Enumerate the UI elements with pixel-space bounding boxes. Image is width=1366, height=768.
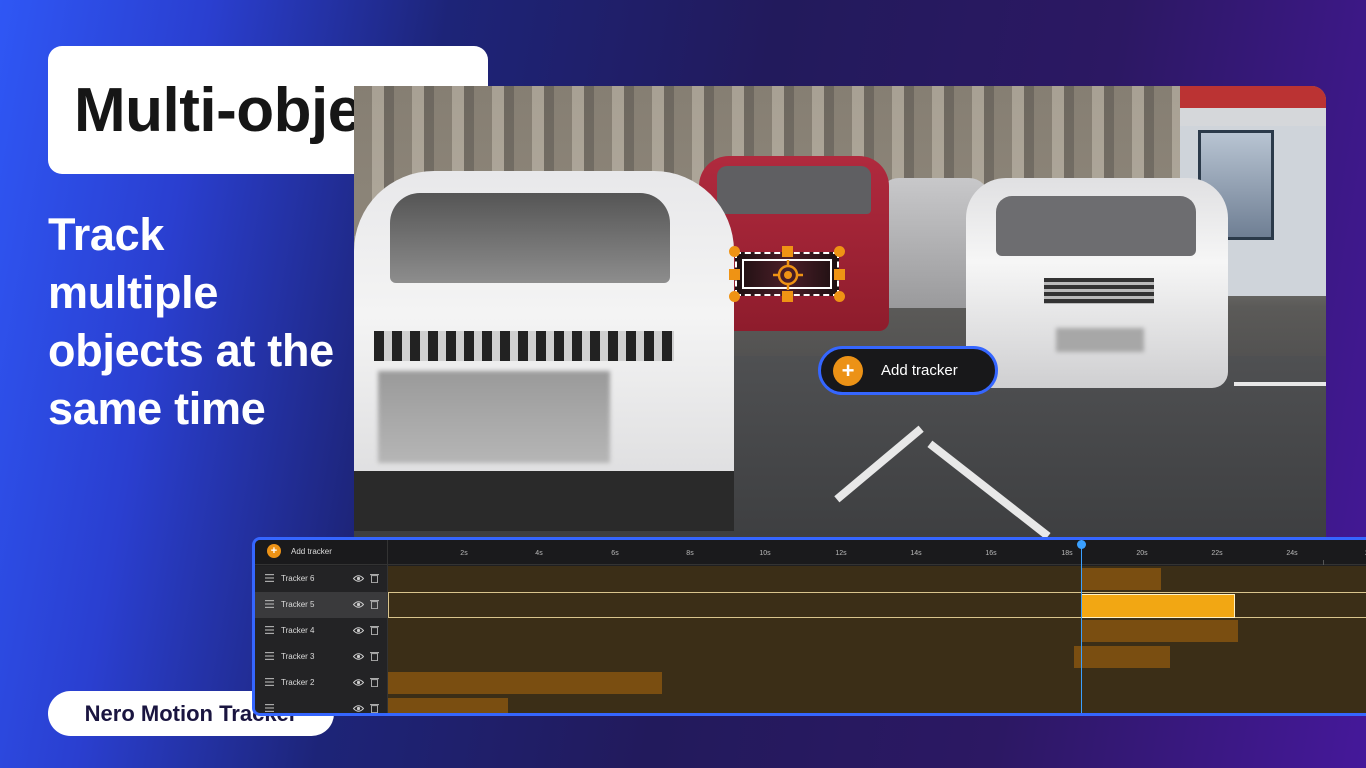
playhead-handle[interactable]: [1077, 540, 1086, 549]
resize-handle-top-right[interactable]: [834, 246, 845, 257]
trash-icon[interactable]: [370, 677, 379, 687]
track-label: Tracker 5: [281, 600, 315, 609]
trash-icon[interactable]: [370, 573, 379, 583]
timeline-divider: [387, 540, 388, 713]
video-preview[interactable]: [354, 86, 1326, 546]
tick-label: 12s: [835, 550, 847, 557]
timeline-add-tracker-button[interactable]: + Add tracker: [267, 544, 332, 558]
trash-icon[interactable]: [370, 599, 379, 609]
track-label: Tracker 3: [281, 652, 315, 661]
track-row[interactable]: Tracker 3: [255, 644, 1366, 670]
track-label: Tracker 6: [281, 574, 315, 583]
resize-handle-top[interactable]: [782, 246, 793, 257]
tick-label: 4s: [535, 550, 543, 557]
track-row[interactable]: Tracker 5: [255, 592, 1366, 618]
tick-label: 10s: [759, 550, 771, 557]
trash-icon[interactable]: [370, 703, 379, 713]
track-header[interactable]: [255, 696, 387, 713]
tick-label: 22s: [1211, 550, 1223, 557]
track-header[interactable]: Tracker 4: [255, 618, 387, 644]
trash-icon[interactable]: [370, 651, 379, 661]
hero-tagline: Track multiple objects at the same time: [48, 209, 334, 434]
car-left-windshield: [390, 193, 670, 283]
blurred-plate: [1056, 328, 1144, 352]
add-tracker-label: Add tracker: [881, 362, 958, 379]
track-lane[interactable]: [388, 644, 1366, 670]
drag-handle-icon[interactable]: [265, 573, 274, 583]
blurred-plate: [378, 371, 610, 463]
eye-icon[interactable]: [353, 574, 364, 583]
track-row[interactable]: Tracker 2: [255, 670, 1366, 696]
car-left-grille: [374, 331, 674, 361]
drag-handle-icon[interactable]: [265, 703, 274, 713]
crosshair-target-icon: [773, 260, 803, 290]
resize-handle-left[interactable]: [729, 269, 740, 280]
drag-handle-icon[interactable]: [265, 677, 274, 687]
tick-label: 18s: [1061, 550, 1073, 557]
car-left-bumper: [354, 471, 734, 531]
plus-icon: +: [833, 355, 863, 386]
drag-handle-icon[interactable]: [265, 651, 274, 661]
tick-label: 8s: [686, 550, 694, 557]
tick-label: 6s: [611, 550, 619, 557]
track-segment[interactable]: [388, 672, 662, 694]
car-white-right: [966, 178, 1228, 388]
timeline-add-tracker-label: Add tracker: [291, 546, 332, 556]
eye-icon[interactable]: [353, 704, 364, 713]
track-header[interactable]: Tracker 3: [255, 644, 387, 670]
track-segment[interactable]: [388, 698, 508, 713]
eye-icon[interactable]: [353, 652, 364, 661]
track-header[interactable]: Tracker 6: [255, 566, 387, 592]
playhead-line[interactable]: [1081, 540, 1082, 713]
add-tracker-button[interactable]: + Add tracker: [818, 346, 998, 395]
track-segment[interactable]: [1074, 646, 1170, 668]
track-segment-active[interactable]: [1081, 594, 1235, 618]
timeline-ruler[interactable]: + Add tracker 2s 4s 6s 8s 10s 12s 14s 16…: [255, 540, 1366, 565]
track-lane[interactable]: [388, 592, 1366, 618]
resize-handle-right[interactable]: [834, 269, 845, 280]
tracker-bounding-box[interactable]: [729, 246, 845, 302]
track-segment[interactable]: [1081, 620, 1238, 642]
car-right-windshield: [996, 196, 1196, 256]
track-header[interactable]: Tracker 2: [255, 670, 387, 696]
resize-handle-bottom[interactable]: [782, 291, 793, 302]
trash-icon[interactable]: [370, 625, 379, 635]
drag-handle-icon[interactable]: [265, 625, 274, 635]
resize-handle-bottom-left[interactable]: [729, 291, 740, 302]
car-red-windshield: [717, 166, 871, 214]
car-right-grille: [1044, 278, 1154, 304]
road-marking: [1234, 382, 1326, 386]
track-header[interactable]: Tracker 5: [255, 592, 387, 618]
track-lane[interactable]: [388, 670, 1366, 696]
tick-label: 24s: [1286, 550, 1298, 557]
track-segment[interactable]: [1081, 568, 1161, 590]
tick-label: 14s: [910, 550, 922, 557]
track-row[interactable]: Tracker 4: [255, 618, 1366, 644]
eye-icon[interactable]: [353, 678, 364, 687]
tick-mark: [1323, 560, 1324, 565]
car-white-left: [354, 171, 734, 531]
tick-label: 16s: [985, 550, 997, 557]
track-row[interactable]: [255, 696, 1366, 713]
track-lane[interactable]: [388, 696, 1366, 713]
tick-label: 20s: [1136, 550, 1148, 557]
eye-icon[interactable]: [353, 600, 364, 609]
track-label: Tracker 2: [281, 678, 315, 687]
track-lane[interactable]: [388, 618, 1366, 644]
timeline-panel[interactable]: + Add tracker 2s 4s 6s 8s 10s 12s 14s 16…: [252, 537, 1366, 716]
track-lane[interactable]: [388, 566, 1366, 592]
eye-icon[interactable]: [353, 626, 364, 635]
tick-label: 2s: [460, 550, 468, 557]
resize-handle-bottom-right[interactable]: [834, 291, 845, 302]
drag-handle-icon[interactable]: [265, 599, 274, 609]
track-row[interactable]: Tracker 6: [255, 566, 1366, 592]
resize-handle-top-left[interactable]: [729, 246, 740, 257]
track-label: Tracker 4: [281, 626, 315, 635]
plus-icon: +: [267, 544, 281, 558]
